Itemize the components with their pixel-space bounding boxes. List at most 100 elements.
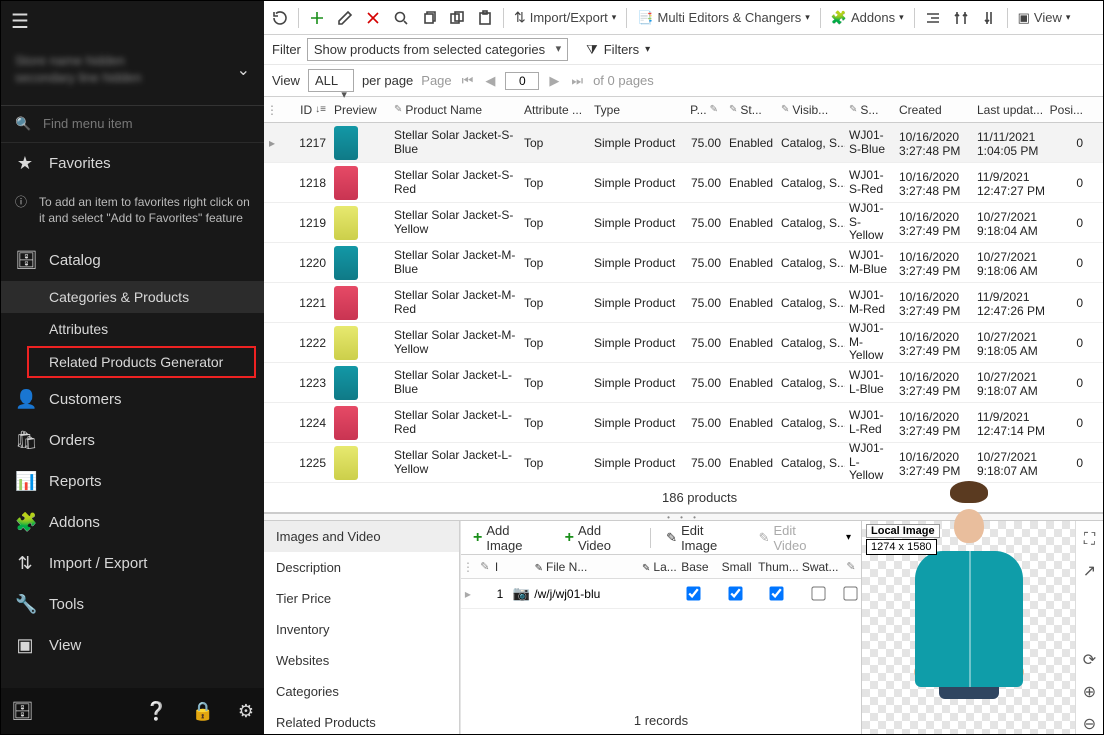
view-dropdown[interactable]: ▣View▾ bbox=[1013, 7, 1076, 29]
detail-row[interactable]: ▸ 1 📷 /w/j/wj01-blu bbox=[461, 579, 861, 609]
copy-button[interactable] bbox=[416, 7, 442, 29]
refresh-button[interactable] bbox=[267, 7, 293, 29]
tab-related-products[interactable]: Related Products bbox=[264, 707, 459, 738]
sidebar-search[interactable]: 🔍 Find menu item bbox=[1, 106, 264, 143]
sidebar-item-view[interactable]: ▣ View bbox=[1, 625, 264, 666]
camera-icon: 📷 bbox=[509, 585, 535, 602]
search-button[interactable] bbox=[388, 7, 414, 29]
filter-label: Filter bbox=[272, 42, 301, 57]
pager-row: View ALL per page Page ⏮ ◀ ▶ ⏭ of 0 page… bbox=[264, 65, 1103, 97]
sidebar-item-import-export[interactable]: ⇅ Import / Export bbox=[1, 543, 264, 584]
import-export-dropdown[interactable]: ⇅Import/Export▾ bbox=[509, 6, 621, 29]
swatch-checkbox[interactable] bbox=[811, 586, 825, 600]
base-checkbox[interactable] bbox=[687, 586, 701, 600]
image-label: Local Image bbox=[866, 524, 940, 538]
sidebar-item-favorites[interactable]: ★ Favorites bbox=[1, 143, 264, 184]
add-video-button[interactable]: +Add Video bbox=[559, 520, 642, 556]
grid-header: ⋮ ID↓≡ Preview ✎Product Name Attribute .… bbox=[264, 97, 1103, 123]
detail-tabs: Images and VideoDescriptionTier PriceInv… bbox=[264, 521, 460, 734]
sidebar-item-reports[interactable]: 📊 Reports bbox=[1, 461, 264, 502]
zoom-in-icon[interactable]: ⊕ bbox=[1083, 682, 1096, 702]
filter-dropdown[interactable]: Show products from selected categories bbox=[307, 38, 568, 61]
product-row[interactable]: ▸1217Stellar Solar Jacket-S-BlueTopSimpl… bbox=[264, 123, 1103, 163]
clone-button[interactable] bbox=[444, 7, 470, 29]
menu-icon[interactable]: ☰ bbox=[11, 9, 29, 34]
sidebar-item-tools[interactable]: 🔧 Tools bbox=[1, 584, 264, 625]
thumb-checkbox[interactable] bbox=[770, 586, 784, 600]
product-row[interactable]: 1225Stellar Solar Jacket-L-YellowTopSimp… bbox=[264, 443, 1103, 483]
product-row[interactable]: 1221Stellar Solar Jacket-M-RedTopSimple … bbox=[264, 283, 1103, 323]
paste-button[interactable] bbox=[472, 7, 498, 29]
sidebar-sub-categories-products[interactable]: Categories & Products bbox=[1, 281, 264, 313]
edit-image-button[interactable]: ✎Edit Image bbox=[660, 520, 746, 556]
detail-toolbar: +Add Image +Add Video ✎Edit Image ✎Edit … bbox=[461, 521, 861, 555]
archive-icon[interactable]: 🗄 bbox=[11, 701, 34, 722]
tools-icon: 🔧 bbox=[15, 594, 35, 615]
add-image-button[interactable]: +Add Image bbox=[467, 520, 553, 556]
filter-row: Filter Show products from selected categ… bbox=[264, 35, 1103, 65]
tool-c[interactable] bbox=[976, 7, 1002, 29]
sidebar: ☰ Store name hiddensecondary line hidden… bbox=[1, 1, 264, 734]
chevron-down-icon[interactable]: ⌄ bbox=[237, 60, 250, 80]
extra-checkbox[interactable] bbox=[843, 586, 857, 600]
page-input[interactable] bbox=[505, 72, 539, 90]
rotate-icon[interactable]: ⟳ bbox=[1083, 650, 1096, 670]
tab-description[interactable]: Description bbox=[264, 552, 459, 583]
per-page-dropdown[interactable]: ALL bbox=[308, 69, 354, 92]
sidebar-item-addons[interactable]: 🧩 Addons bbox=[1, 502, 264, 543]
import-export-icon: ⇅ bbox=[15, 553, 35, 574]
page-last[interactable]: ⏭ bbox=[569, 73, 585, 89]
star-icon: ★ bbox=[15, 153, 35, 174]
catalog-icon: 🗄 bbox=[15, 250, 35, 271]
tool-b[interactable] bbox=[948, 7, 974, 29]
addons-dropdown[interactable]: 🧩Addons▾ bbox=[826, 7, 909, 29]
filter-funnel-icon[interactable]: ⧩ bbox=[586, 42, 598, 58]
page-prev[interactable]: ◀ bbox=[483, 73, 497, 89]
product-row[interactable]: 1219Stellar Solar Jacket-S-YellowTopSimp… bbox=[264, 203, 1103, 243]
tab-inventory[interactable]: Inventory bbox=[264, 614, 459, 645]
sidebar-item-orders[interactable]: 🛍 Orders bbox=[1, 420, 264, 461]
product-row[interactable]: 1220Stellar Solar Jacket-M-BlueTopSimple… bbox=[264, 243, 1103, 283]
image-tools: ⛶ ↗ ⟳ ⊕ ⊖ bbox=[1075, 521, 1103, 734]
detail-more[interactable]: ▾ bbox=[842, 528, 855, 547]
zoom-out-icon[interactable]: ⊖ bbox=[1083, 714, 1096, 734]
tool-a[interactable] bbox=[920, 7, 946, 29]
page-next[interactable]: ▶ bbox=[547, 73, 561, 89]
fullscreen-icon[interactable]: ⛶ bbox=[1084, 531, 1095, 549]
sidebar-bottom-bar: 🗄 ❔ 🔒 ⚙ bbox=[1, 688, 264, 734]
multi-editors-dropdown[interactable]: 📑Multi Editors & Changers▾ bbox=[632, 7, 815, 29]
sidebar-sub-related-products-generator[interactable]: Related Products Generator bbox=[27, 346, 256, 378]
tab-images-and-video[interactable]: Images and Video bbox=[264, 521, 459, 552]
image-panel: Local Image 1274 x 1580 ⛶ ↗ ⟳ ⊕ ⊖ bbox=[861, 521, 1103, 734]
store-name: Store name hiddensecondary line hidden bbox=[15, 53, 141, 87]
delete-button[interactable] bbox=[360, 7, 386, 29]
small-checkbox[interactable] bbox=[728, 586, 742, 600]
help-icon[interactable]: ❔ bbox=[145, 701, 167, 722]
lock-icon[interactable]: 🔒 bbox=[191, 701, 213, 722]
sidebar-item-catalog[interactable]: 🗄 Catalog bbox=[1, 240, 264, 281]
product-row[interactable]: 1222Stellar Solar Jacket-M-YellowTopSimp… bbox=[264, 323, 1103, 363]
filters-button[interactable]: Filters bbox=[604, 42, 639, 57]
image-dimensions: 1274 x 1580 bbox=[866, 539, 937, 555]
page-first[interactable]: ⏮ bbox=[460, 73, 476, 89]
tab-tier-price[interactable]: Tier Price bbox=[264, 583, 459, 614]
open-external-icon[interactable]: ↗ bbox=[1083, 561, 1096, 581]
user-icon: 👤 bbox=[15, 389, 35, 410]
addons-icon: 🧩 bbox=[15, 512, 35, 533]
sidebar-sub-attributes[interactable]: Attributes bbox=[1, 313, 264, 345]
favorites-hint: ⓘ To add an item to favorites right clic… bbox=[1, 184, 264, 240]
detail-footer: 1 records bbox=[461, 609, 861, 734]
info-icon: ⓘ bbox=[15, 194, 27, 226]
search-placeholder: Find menu item bbox=[43, 116, 133, 131]
tab-categories[interactable]: Categories bbox=[264, 676, 459, 707]
product-row[interactable]: 1218Stellar Solar Jacket-S-RedTopSimple … bbox=[264, 163, 1103, 203]
view-icon: ▣ bbox=[15, 635, 35, 656]
add-button[interactable] bbox=[304, 7, 330, 29]
sidebar-item-customers[interactable]: 👤 Customers bbox=[1, 379, 264, 420]
tab-websites[interactable]: Websites bbox=[264, 645, 459, 676]
settings-icon[interactable]: ⚙ bbox=[238, 701, 254, 722]
edit-button[interactable] bbox=[332, 7, 358, 29]
search-icon: 🔍 bbox=[15, 116, 35, 132]
product-row[interactable]: 1224Stellar Solar Jacket-L-RedTopSimple … bbox=[264, 403, 1103, 443]
product-row[interactable]: 1223Stellar Solar Jacket-L-BlueTopSimple… bbox=[264, 363, 1103, 403]
